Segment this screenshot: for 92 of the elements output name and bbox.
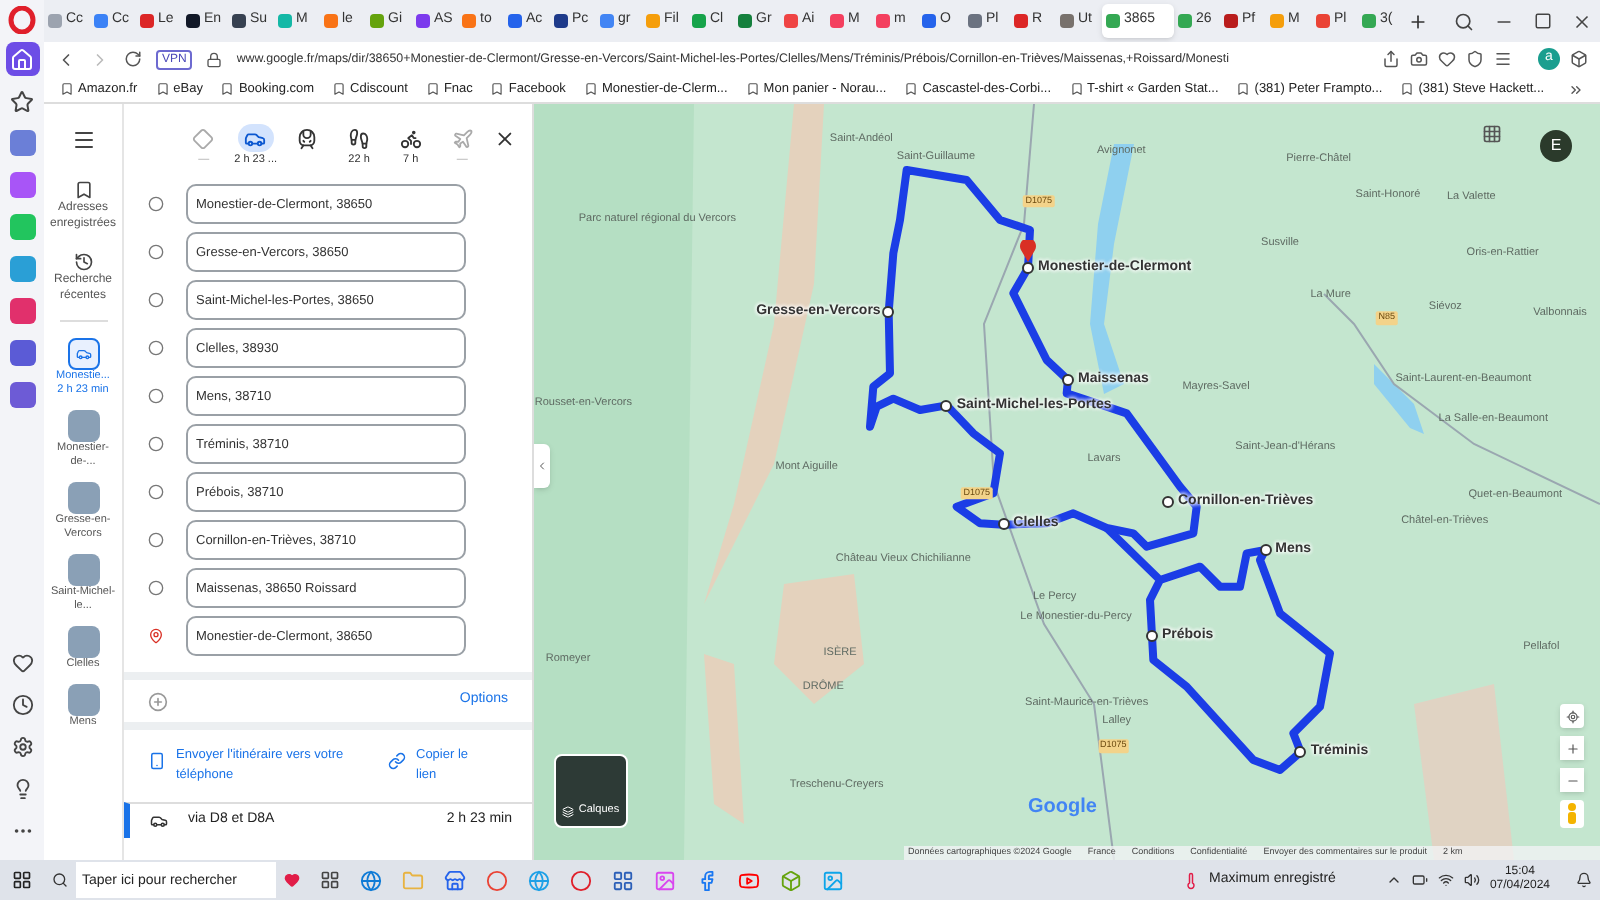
car-icon <box>150 812 168 830</box>
bookmark-icon <box>73 180 93 200</box>
maximize-icon[interactable] <box>1534 12 1552 30</box>
account-avatar[interactable]: E <box>1540 130 1572 162</box>
cube-icon[interactable] <box>1570 50 1588 68</box>
add-stop-icon[interactable] <box>148 691 168 711</box>
bookmark-icon <box>1400 82 1415 96</box>
edge-browser-icon[interactable] <box>360 869 382 891</box>
windows-start-icon[interactable] <box>12 870 32 890</box>
stop-marker-icon[interactable] <box>1062 374 1074 386</box>
notifications-icon[interactable] <box>1576 872 1592 888</box>
photo-placeholder <box>67 410 99 442</box>
photo-placeholder <box>67 482 99 514</box>
stop-marker-icon[interactable] <box>1294 746 1307 758</box>
waypoint-icon <box>148 340 164 356</box>
map-view[interactable] <box>534 104 1600 860</box>
reload-icon[interactable] <box>124 50 142 68</box>
more-bookmarks-icon[interactable] <box>1568 81 1584 97</box>
bookmark-icon <box>745 82 760 96</box>
tray-caret-icon[interactable] <box>1385 872 1402 888</box>
bookmark-icon <box>904 82 919 96</box>
bookmark-icon <box>583 82 598 96</box>
location-icon <box>1565 709 1579 723</box>
history-icon <box>73 252 93 272</box>
stop-marker-icon[interactable] <box>1022 262 1034 274</box>
bookmark-icon <box>220 82 235 96</box>
plane-icon <box>451 127 474 149</box>
home-icon[interactable] <box>5 42 39 76</box>
store-icon[interactable] <box>444 869 466 891</box>
waypoint-icon <box>148 388 164 404</box>
destination-pin-icon <box>148 628 164 644</box>
new-tab-icon[interactable] <box>1408 11 1428 31</box>
photo-placeholder <box>67 684 99 716</box>
train-icon <box>296 127 319 149</box>
bookmark-icon <box>332 82 347 96</box>
waypoint-icon <box>148 244 164 260</box>
waypoint-icon <box>148 532 164 548</box>
best-route-icon <box>192 127 215 149</box>
menu-icon[interactable] <box>71 128 95 152</box>
bookmark-icon <box>1236 82 1251 96</box>
zoom-in-button[interactable] <box>1560 736 1584 760</box>
volume-icon[interactable] <box>1463 872 1480 888</box>
my-location-button[interactable] <box>1560 704 1584 728</box>
bookmark-icon <box>1069 82 1084 96</box>
waypoint-icon <box>148 436 164 452</box>
heart-icon[interactable] <box>1438 50 1456 68</box>
walking-icon <box>348 127 371 149</box>
stop-marker-icon[interactable] <box>1146 630 1158 642</box>
battery-icon[interactable] <box>1411 872 1428 888</box>
waypoint-icon <box>148 292 164 308</box>
waypoint-icon <box>148 484 164 500</box>
stop-marker-icon[interactable] <box>882 306 895 318</box>
facebook-icon[interactable] <box>696 869 718 891</box>
google-logo: Google <box>1028 794 1097 822</box>
camera-icon[interactable] <box>1410 50 1428 68</box>
share-icon[interactable] <box>1382 50 1400 68</box>
heart-icon <box>284 872 300 888</box>
wifi-icon[interactable] <box>1437 872 1454 888</box>
stop-marker-icon[interactable] <box>1162 496 1174 509</box>
bookmark-icon <box>425 82 440 96</box>
search-icon[interactable] <box>1454 11 1474 31</box>
photo-placeholder <box>67 554 99 586</box>
phone-icon <box>148 752 166 770</box>
layers-icon <box>562 806 575 818</box>
task-view-icon[interactable] <box>320 870 340 890</box>
opera-browser-icon[interactable] <box>570 869 592 891</box>
youtube-icon[interactable] <box>738 869 760 891</box>
car-route-icon <box>67 338 99 370</box>
shield-icon[interactable] <box>1466 50 1484 68</box>
lock-icon <box>206 51 223 67</box>
stop-marker-icon[interactable] <box>940 399 953 412</box>
apps-grid-icon[interactable] <box>1482 124 1502 144</box>
waypoint-icon <box>148 196 164 212</box>
chevron-left-icon <box>536 460 548 472</box>
close-icon[interactable] <box>494 128 516 150</box>
waypoint-icon <box>148 580 164 596</box>
photos-icon[interactable] <box>654 869 676 891</box>
bookmark-icon <box>60 82 74 96</box>
search-icon <box>52 872 68 888</box>
menu-icon[interactable] <box>1494 50 1512 68</box>
start-pin-icon <box>1020 240 1036 262</box>
photo-placeholder <box>67 626 99 658</box>
chrome-browser-icon[interactable] <box>486 869 508 891</box>
bookmark-icon <box>155 82 170 96</box>
temperature-icon <box>1181 871 1200 889</box>
bicycle-icon <box>399 127 422 149</box>
app-icon[interactable] <box>612 869 634 891</box>
close-icon[interactable] <box>1572 11 1592 31</box>
bookmark-icon <box>490 82 505 96</box>
opera-logo-icon[interactable] <box>8 6 36 34</box>
link-icon <box>388 752 406 770</box>
plus-icon <box>1565 741 1579 755</box>
